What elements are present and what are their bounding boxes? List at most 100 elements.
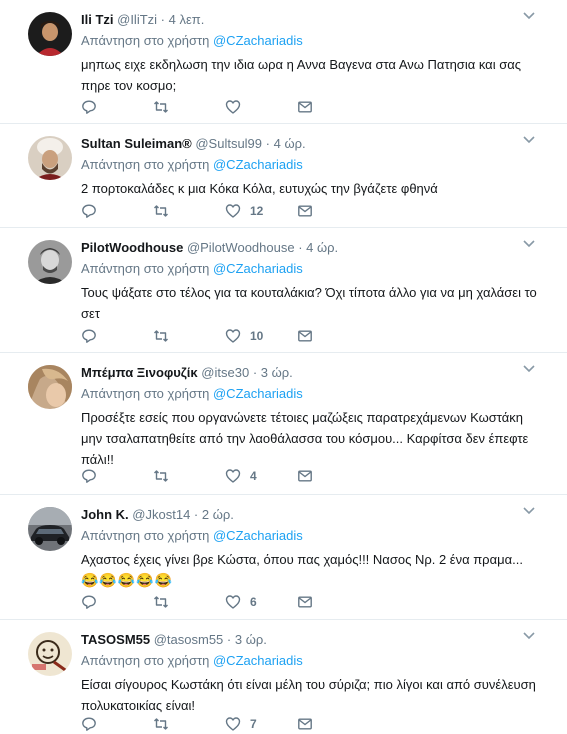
timestamp[interactable]: 4 ώρ. [274,136,306,151]
chevron-down-icon[interactable] [521,362,537,376]
heart-icon [225,469,241,483]
tweet-body: TASOSM55 @tasosm55 · 3 ώρ. Απάντηση στο … [81,630,545,716]
timestamp[interactable]: 3 ώρ. [235,632,267,647]
direct-message-button[interactable] [297,716,369,732]
separator-dot: · [160,12,166,27]
like-button[interactable] [225,99,297,115]
reply-button[interactable] [81,716,153,732]
retweet-button[interactable] [153,594,225,610]
like-button[interactable]: 4 [225,468,297,484]
chevron-down-icon[interactable] [521,629,537,643]
reply-icon [82,329,96,343]
retweet-icon [154,718,168,730]
like-button[interactable]: 6 [225,594,297,610]
author-name[interactable]: PilotWoodhouse [81,240,183,255]
like-button[interactable]: 7 [225,716,297,732]
tweet[interactable]: Μπέμπα Ξινοφυζίκ @itse30 · 3 ώρ. Απάντησ… [0,353,567,495]
retweet-button[interactable] [153,203,225,219]
envelope-icon [298,330,312,342]
avatar[interactable] [28,507,72,551]
like-count: 4 [250,469,257,483]
retweet-button[interactable] [153,716,225,732]
like-button[interactable]: 10 [225,328,297,344]
tweet-body: PilotWoodhouse @PilotWoodhouse · 4 ώρ. Α… [81,238,545,324]
avatar[interactable] [28,12,72,56]
reply-mention[interactable]: @CZachariadis [213,157,303,172]
retweet-button[interactable] [153,468,225,484]
reply-icon [82,717,96,731]
timestamp[interactable]: 2 ώρ. [202,507,234,522]
avatar[interactable] [28,365,72,409]
reply-icon [82,469,96,483]
reply-mention[interactable]: @CZachariadis [213,653,303,668]
timestamp[interactable]: 4 λεπ. [169,12,205,27]
timestamp[interactable]: 3 ώρ. [261,365,293,380]
author-handle[interactable]: @PilotWoodhouse [187,240,295,255]
retweet-button[interactable] [153,328,225,344]
like-button[interactable]: 12 [225,203,297,219]
tears-of-joy-emoji: 😂😂😂😂😂 [81,572,174,588]
reply-mention[interactable]: @CZachariadis [213,528,303,543]
reply-button[interactable] [81,203,153,219]
tweet-text: Αχαστος έχεις γίνει βρε Κώστα, όπου πας … [81,549,545,591]
author-name[interactable]: Sultan Suleiman® [81,136,192,151]
chevron-down-icon[interactable] [521,9,537,23]
tweet[interactable]: Sultan Suleiman® @Sultsul99 · 4 ώρ. Απάν… [0,124,567,228]
envelope-icon [298,205,312,217]
reply-context: Απάντηση στο χρήστη @CZachariadis [81,156,545,174]
envelope-icon [298,470,312,482]
envelope-icon [298,718,312,730]
timestamp[interactable]: 4 ώρ. [306,240,338,255]
reply-context: Απάντηση στο χρήστη @CZachariadis [81,652,545,670]
reply-prefix: Απάντηση στο χρήστη [81,528,210,543]
avatar-cartoon-icon [28,632,72,676]
tweet-header: Sultan Suleiman® @Sultsul99 · 4 ώρ. [81,134,545,153]
tweet-body: Ili Tzi @IliTzi · 4 λεπ. Απάντηση στο χρ… [81,10,545,96]
tweet-header: TASOSM55 @tasosm55 · 3 ώρ. [81,630,545,649]
author-name[interactable]: Ili Tzi [81,12,114,27]
direct-message-button[interactable] [297,468,369,484]
author-handle[interactable]: @IliTzi [117,12,157,27]
retweet-icon [154,101,168,113]
direct-message-button[interactable] [297,328,369,344]
reply-mention[interactable]: @CZachariadis [213,261,303,276]
chevron-down-icon[interactable] [521,237,537,251]
reply-button[interactable] [81,99,153,115]
reply-prefix: Απάντηση στο χρήστη [81,386,210,401]
tweet-actions: 4 [81,466,369,486]
reply-button[interactable] [81,468,153,484]
avatar[interactable] [28,632,72,676]
reply-prefix: Απάντηση στο χρήστη [81,653,210,668]
author-handle[interactable]: @tasosm55 [154,632,224,647]
author-name[interactable]: TASOSM55 [81,632,150,647]
retweet-button[interactable] [153,99,225,115]
separator-dot: · [252,365,258,380]
reply-button[interactable] [81,594,153,610]
avatar-bw-portrait-icon [28,240,72,284]
tweet-text: μηπως ειχε εκδηλωση την ιδια ωρα η Αννα … [81,57,522,93]
chevron-down-icon[interactable] [521,504,537,518]
tweet[interactable]: TASOSM55 @tasosm55 · 3 ώρ. Απάντηση στο … [0,620,567,731]
retweet-icon [154,205,168,217]
avatar[interactable] [28,240,72,284]
tweet-actions: 7 [81,714,369,734]
reply-mention[interactable]: @CZachariadis [213,386,303,401]
author-handle[interactable]: @Jkost14 [132,507,190,522]
reply-button[interactable] [81,328,153,344]
chevron-down-icon[interactable] [521,133,537,147]
avatar[interactable] [28,136,72,180]
direct-message-button[interactable] [297,203,369,219]
heart-icon [225,717,241,731]
retweet-icon [154,330,168,342]
tweet-text: Προσέξτε εσείς που οργανώνετε τέτοιες μα… [81,410,529,467]
author-name[interactable]: Μπέμπα Ξινοφυζίκ [81,365,198,380]
tweet[interactable]: Ili Tzi @IliTzi · 4 λεπ. Απάντηση στο χρ… [0,0,567,124]
author-handle[interactable]: @itse30 [201,365,249,380]
author-handle[interactable]: @Sultsul99 [195,136,262,151]
direct-message-button[interactable] [297,594,369,610]
tweet[interactable]: John K. @Jkost14 · 2 ώρ. Απάντηση στο χρ… [0,495,567,620]
reply-mention[interactable]: @CZachariadis [213,33,303,48]
tweet[interactable]: PilotWoodhouse @PilotWoodhouse · 4 ώρ. Α… [0,228,567,353]
author-name[interactable]: John K. [81,507,129,522]
direct-message-button[interactable] [297,99,369,115]
